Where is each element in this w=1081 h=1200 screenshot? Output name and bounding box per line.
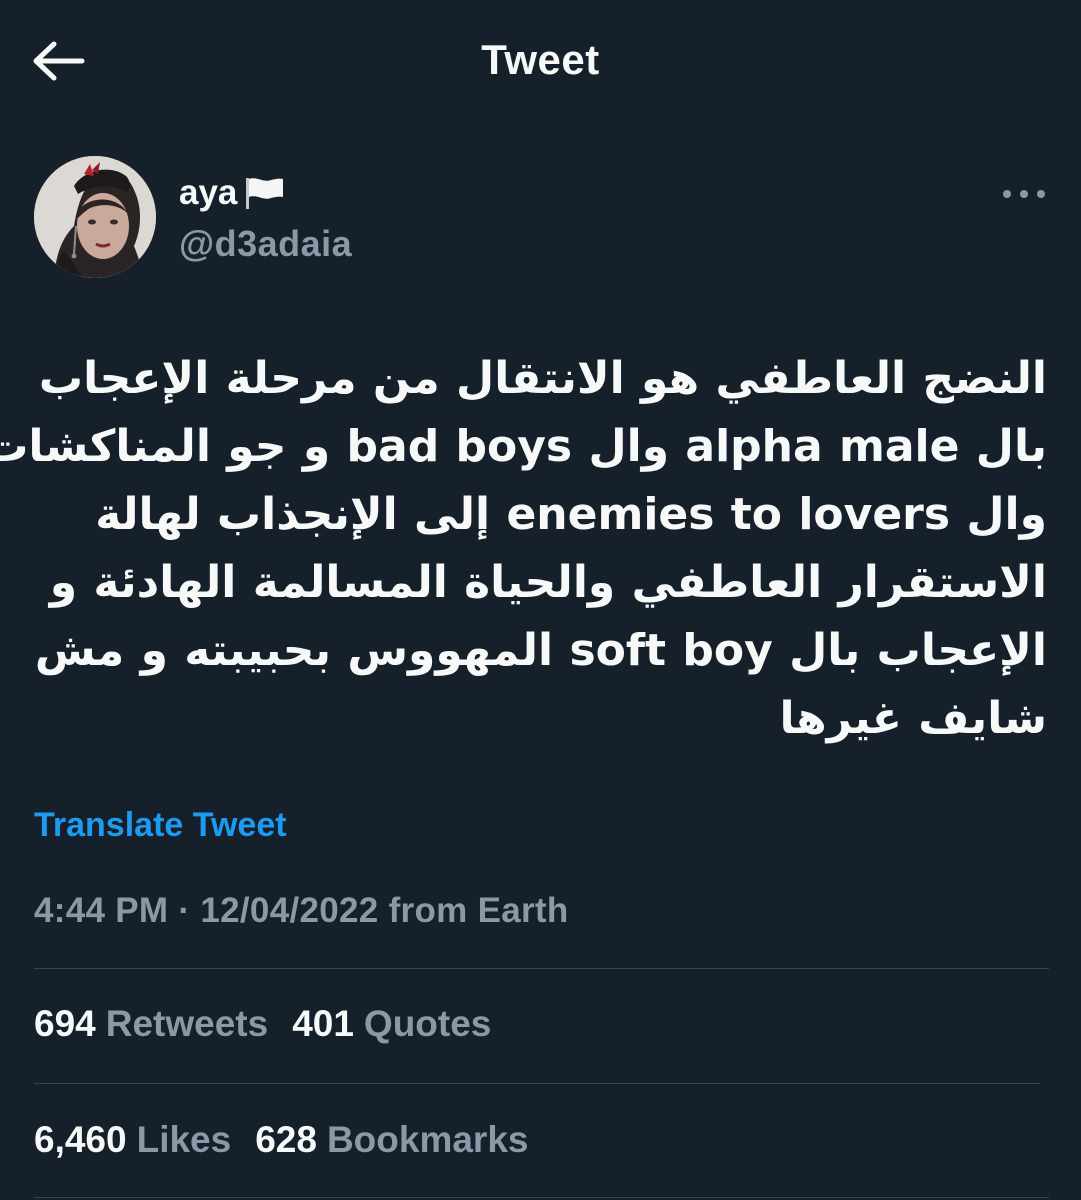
- retweets-stat[interactable]: 694 Retweets: [34, 1003, 268, 1045]
- retweets-count: 694: [34, 1003, 96, 1044]
- bookmarks-count: 628: [255, 1119, 317, 1160]
- tweet-text-line: الإعجاب بال soft boy المهووس بحبيبته و م…: [34, 625, 1047, 676]
- quotes-stat[interactable]: 401 Quotes: [292, 1003, 491, 1045]
- bookmarks-stat[interactable]: 628 Bookmarks: [255, 1119, 528, 1161]
- display-name-row[interactable]: aya: [179, 173, 285, 213]
- quotes-label: Quotes: [363, 1003, 492, 1044]
- more-options-button[interactable]: [999, 182, 1049, 206]
- translate-tweet-link[interactable]: Translate Tweet: [34, 806, 287, 845]
- bookmarks-label: Bookmarks: [326, 1119, 529, 1160]
- quotes-count: 401: [292, 1003, 354, 1044]
- more-horizontal-icon: [1003, 190, 1045, 198]
- tweet-text-line: النضج العاطفي هو الانتقال من مرحلة الإعج…: [38, 353, 1047, 404]
- tweet-timestamp[interactable]: 4:44 PM · 12/04/2022 from Earth: [34, 891, 569, 931]
- tweet-text-line: وال enemies to lovers إلى الإنجذاب لهالة: [95, 489, 1047, 540]
- divider: [34, 1083, 1040, 1084]
- tweet-text: النضج العاطفي هو الانتقال من مرحلة الإعج…: [0, 345, 1047, 753]
- display-name: aya: [179, 173, 238, 212]
- tweet-author: aya @d3adaia: [34, 156, 1049, 280]
- tweet-text-line: شايف غيرها: [779, 693, 1047, 744]
- stats-row-likes-bookmarks: 6,460 Likes 628 Bookmarks: [34, 1119, 552, 1161]
- likes-count: 6,460: [34, 1119, 127, 1160]
- tweet-text-line: الاستقرار العاطفي والحياة المسالمة الهاد…: [49, 557, 1047, 608]
- retweets-label: Retweets: [105, 1003, 269, 1044]
- likes-label: Likes: [136, 1119, 232, 1160]
- avatar-image: [34, 156, 156, 278]
- top-bar: Tweet: [0, 0, 1081, 120]
- username[interactable]: @d3adaia: [179, 223, 352, 265]
- likes-stat[interactable]: 6,460 Likes: [34, 1119, 231, 1161]
- page-title: Tweet: [481, 36, 600, 83]
- divider: [34, 1197, 1049, 1198]
- stats-row-retweets-quotes: 694 Retweets 401 Quotes: [34, 1003, 515, 1045]
- white-flag-icon: [246, 178, 284, 209]
- tweet-text-line: بال alpha male وال bad boys و جو المناكش…: [0, 421, 1047, 472]
- divider: [34, 968, 1049, 969]
- avatar[interactable]: [34, 156, 156, 278]
